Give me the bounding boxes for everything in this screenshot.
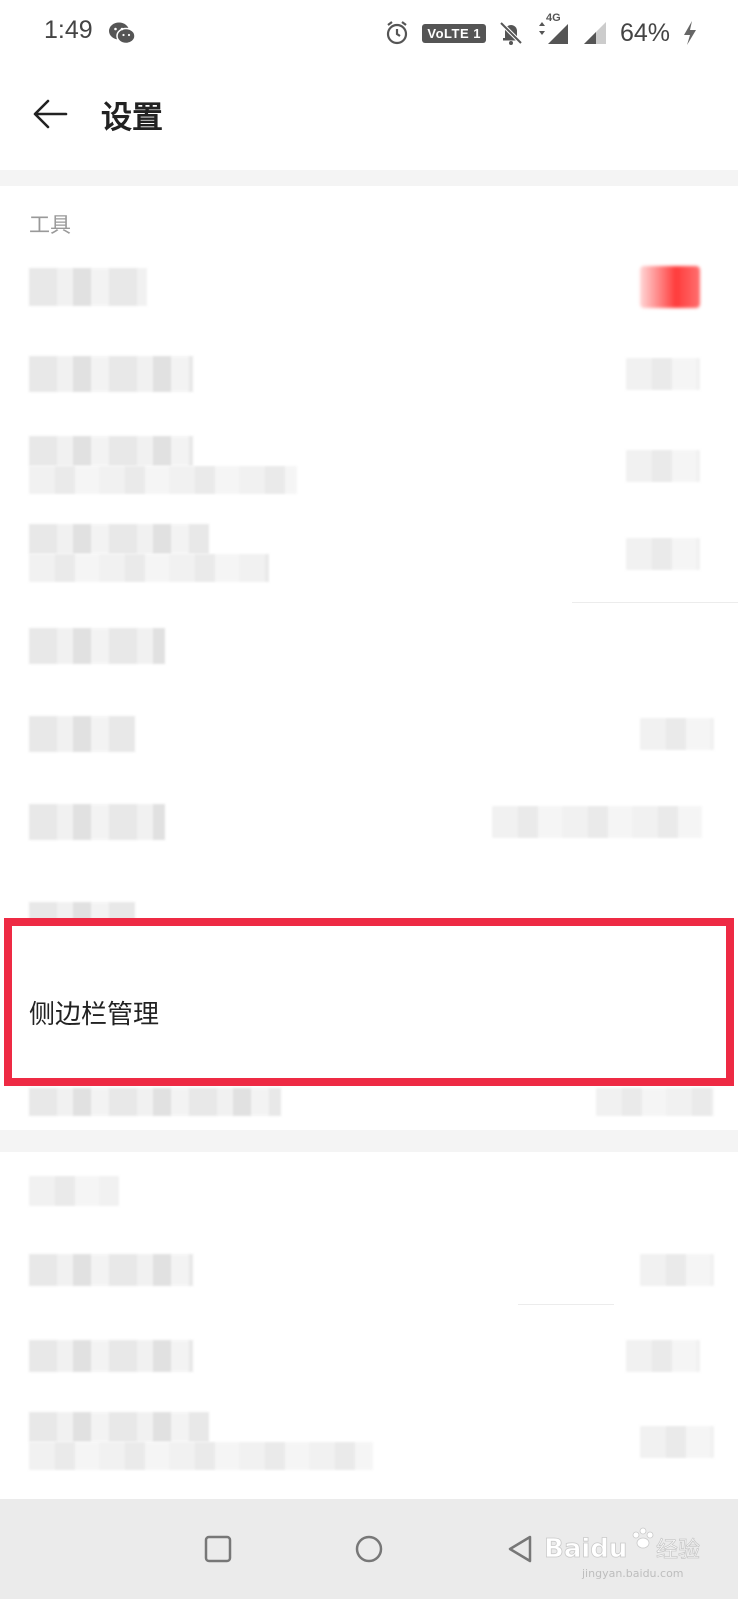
section-gap <box>0 1130 738 1152</box>
settings-row-blurred[interactable] <box>0 1336 738 1384</box>
mute-bell-icon <box>499 21 523 45</box>
settings-row-blurred[interactable] <box>0 712 738 760</box>
blurred-label <box>29 1412 209 1442</box>
alarm-icon <box>387 21 408 45</box>
blurred-description <box>29 466 297 494</box>
blurred-value <box>626 1340 700 1372</box>
volte-badge: VoLTE 1 <box>422 23 486 43</box>
settings-row-blurred[interactable] <box>0 1088 738 1118</box>
settings-row-blurred[interactable] <box>0 800 738 848</box>
blurred-value <box>640 1254 714 1286</box>
home-icon[interactable] <box>349 1529 389 1569</box>
blurred-label <box>29 804 165 840</box>
settings-row-blurred[interactable] <box>0 436 738 502</box>
blurred-value <box>640 1426 714 1458</box>
back-arrow-icon[interactable] <box>30 94 70 134</box>
battery-percent: 64% <box>619 18 670 47</box>
settings-row-blurred[interactable] <box>0 900 738 930</box>
back-nav-icon[interactable] <box>500 1529 540 1569</box>
charging-icon <box>684 21 696 45</box>
toggle-switch[interactable] <box>640 266 700 308</box>
blurred-value <box>626 450 700 482</box>
system-nav-bar: Baidu 经验 jingyan.baidu.com <box>0 1499 738 1599</box>
blurred-description <box>29 554 269 582</box>
sidebar-management-item[interactable]: 侧边栏管理 <box>0 960 738 1060</box>
signal-weak-icon <box>583 22 606 44</box>
section-title-tools: 工具 <box>29 213 71 237</box>
watermark-suffix: 经验 <box>656 1538 700 1563</box>
blurred-label <box>29 716 135 752</box>
status-time: 1:49 <box>44 16 93 44</box>
row-divider <box>518 1304 614 1305</box>
settings-row-blurred[interactable] <box>0 350 738 398</box>
blurred-description <box>29 1442 373 1470</box>
blurred-value <box>492 806 702 838</box>
blurred-label <box>29 902 135 922</box>
blurred-label <box>29 1340 193 1372</box>
network-type-label: 4G <box>545 12 561 24</box>
settings-row-blurred[interactable] <box>0 624 738 672</box>
settings-row-blurred[interactable] <box>0 1250 738 1298</box>
wechat-icon <box>109 22 136 45</box>
settings-row-blurred[interactable] <box>0 524 738 590</box>
recent-apps-icon[interactable] <box>198 1529 238 1569</box>
blurred-label <box>29 1254 193 1286</box>
blurred-value <box>626 538 700 570</box>
section-title-blurred <box>0 1176 738 1210</box>
blurred-label <box>29 1088 281 1116</box>
settings-row-blurred[interactable] <box>0 260 738 316</box>
watermark-url: jingyan.baidu.com <box>581 1567 684 1580</box>
page-title: 设置 <box>101 100 163 136</box>
app-header: 设置 <box>0 66 738 170</box>
row-divider <box>572 602 738 603</box>
signal-4g: 4G <box>536 12 570 46</box>
blurred-section-title <box>29 1176 119 1206</box>
blurred-value <box>626 358 700 390</box>
watermark-brand: Baidu <box>544 1534 627 1564</box>
baidu-jingyan-watermark: Baidu 经验 jingyan.baidu.com <box>544 1527 700 1580</box>
status-bar: 1:49 VoLTE 1 4G 64% <box>0 0 738 66</box>
blurred-value <box>596 1088 714 1116</box>
blurred-value <box>640 718 714 750</box>
sidebar-management-label: 侧边栏管理 <box>29 1000 160 1030</box>
blurred-label <box>29 356 193 392</box>
settings-row-blurred[interactable] <box>0 1412 738 1476</box>
blurred-label <box>29 628 165 664</box>
section-gap <box>0 170 738 186</box>
paw-icon <box>632 1527 654 1549</box>
blurred-label <box>29 268 147 306</box>
status-icons: VoLTE 1 4G 64% <box>384 12 698 51</box>
blurred-label <box>29 436 193 466</box>
blurred-label <box>29 524 209 554</box>
